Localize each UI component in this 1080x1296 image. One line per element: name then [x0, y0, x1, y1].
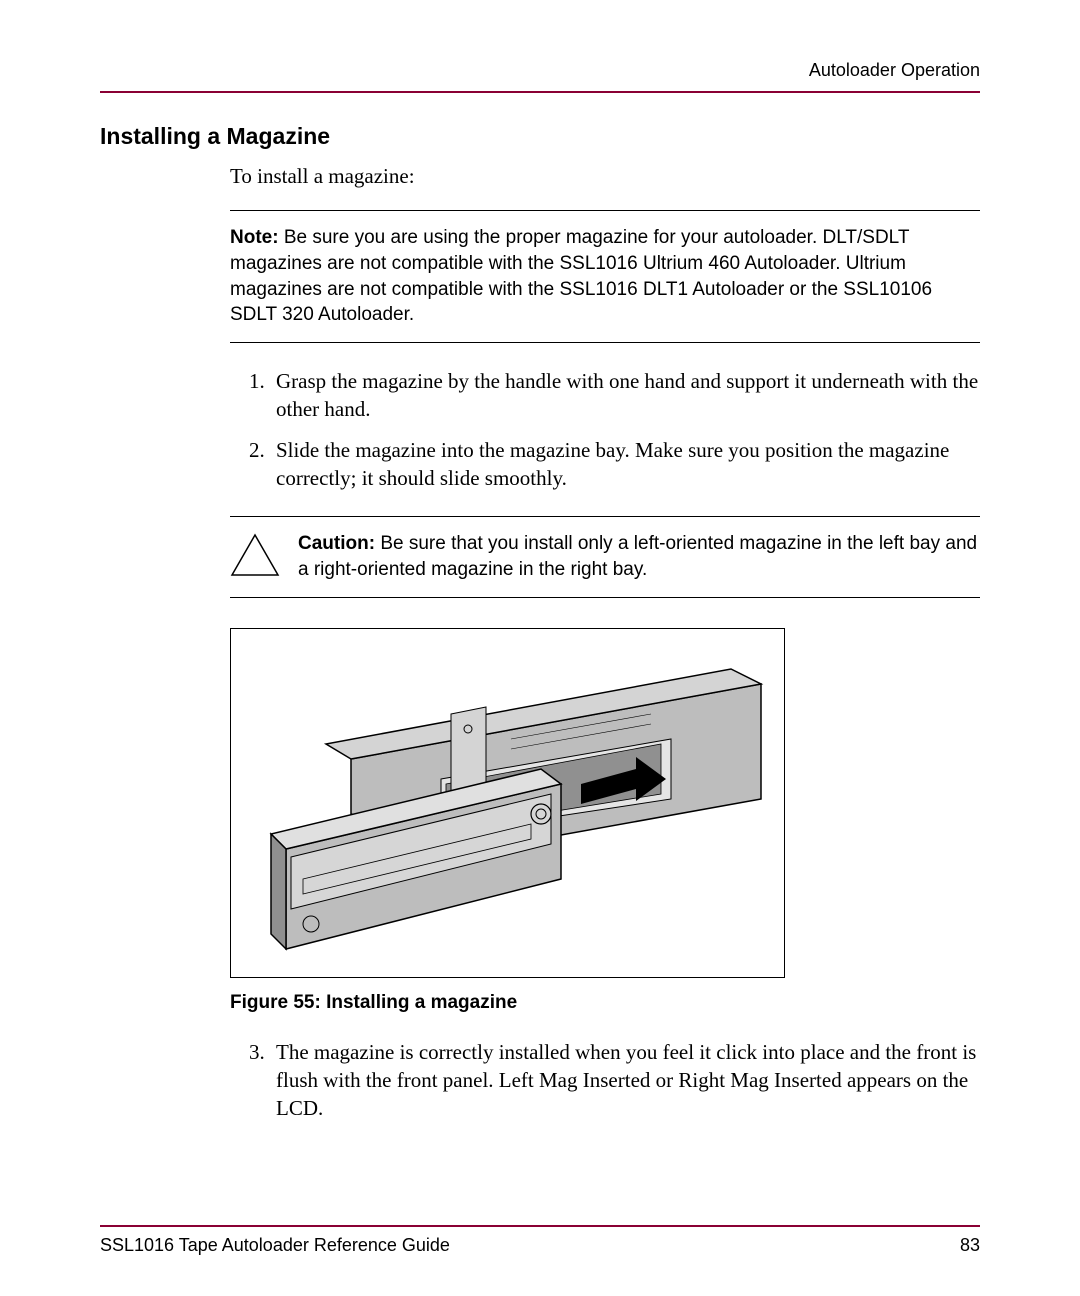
caution-block: Caution: Be sure that you install only a… [230, 516, 980, 597]
note-label: Note: [230, 227, 279, 248]
caution-triangle-icon [230, 533, 280, 582]
figure-illustration [230, 628, 785, 978]
intro-text: To install a magazine: [230, 162, 980, 190]
header-rule [100, 91, 980, 93]
list-item: The magazine is correctly installed when… [270, 1038, 980, 1123]
steps-list-a: Grasp the magazine by the handle with on… [230, 367, 980, 492]
section-heading: Installing a Magazine [100, 123, 980, 150]
figure-caption: Figure 55: Installing a magazine [230, 992, 980, 1014]
caution-text: Be sure that you install only a left-ori… [298, 533, 977, 580]
note-block: Note: Be sure you are using the proper m… [230, 210, 980, 343]
steps-list-b: The magazine is correctly installed when… [230, 1038, 980, 1123]
footer-page-number: 83 [960, 1235, 980, 1256]
footer-doc-title: SSL1016 Tape Autoloader Reference Guide [100, 1235, 450, 1256]
caution-label: Caution: [298, 533, 375, 554]
list-item: Slide the magazine into the magazine bay… [270, 436, 980, 493]
list-item: Grasp the magazine by the handle with on… [270, 367, 980, 424]
note-text: Be sure you are using the proper magazin… [230, 227, 932, 325]
header-section: Autoloader Operation [100, 60, 980, 91]
footer: SSL1016 Tape Autoloader Reference Guide … [100, 1225, 980, 1256]
footer-rule [100, 1225, 980, 1227]
